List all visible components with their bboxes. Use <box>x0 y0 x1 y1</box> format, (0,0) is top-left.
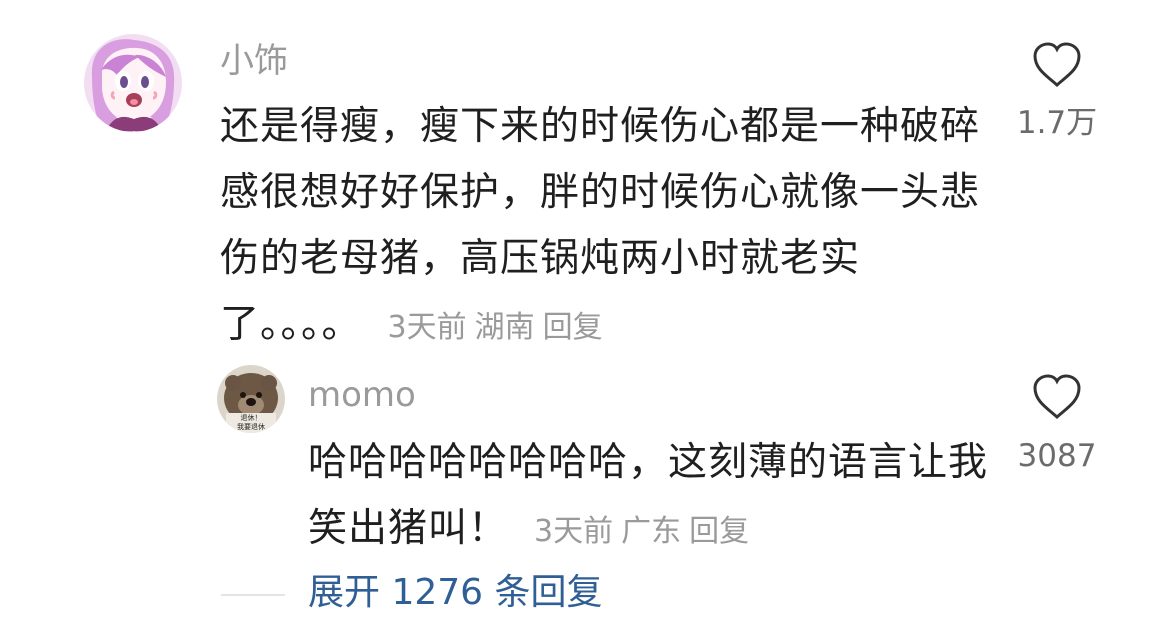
heart-outline-icon[interactable] <box>1031 42 1083 88</box>
comment-time: 3天前 <box>387 310 467 345</box>
reply-button[interactable]: 回复 <box>543 310 603 345</box>
comment-location: 湖南 <box>474 310 535 345</box>
reply-meta: 3天前 广东 回复 <box>534 514 757 549</box>
avatar-caption-line1: 退休！ <box>241 413 262 422</box>
user-avatar[interactable] <box>84 34 182 132</box>
reply-time: 3天前 <box>534 514 614 549</box>
reply-reply-button[interactable]: 回复 <box>689 514 749 549</box>
expand-replies-button[interactable]: 展开 1276 条回复 <box>308 575 603 611</box>
user-avatar[interactable]: 退休！ 我要退休 <box>217 365 285 433</box>
comment-meta: 3天前 湖南 回复 <box>388 310 611 345</box>
reply-text: 哈哈哈哈哈哈哈哈，这刻薄的语言让我笑出猪叫！ 3天前 广东 回复 <box>308 430 1008 565</box>
reply-location: 广东 <box>621 514 682 549</box>
comment-text: 还是得瘦，瘦下来的时候伤心都是一种破碎感很想好好保护，胖的时候伤心就像一头悲伤的… <box>220 94 990 361</box>
reply-username[interactable]: momo <box>308 378 416 412</box>
comment-username[interactable]: 小饰 <box>220 44 288 78</box>
bear-avatar-image: 退休！ 我要退休 <box>217 365 285 433</box>
heart-outline-icon[interactable] <box>1031 374 1083 420</box>
expand-divider <box>221 594 285 596</box>
avatar-caption-line2: 我要退休 <box>237 422 265 431</box>
anime-avatar-image <box>84 34 182 132</box>
like-count: 1.7万 <box>1016 105 1098 141</box>
reply-like-count: 3087 <box>1017 438 1097 474</box>
